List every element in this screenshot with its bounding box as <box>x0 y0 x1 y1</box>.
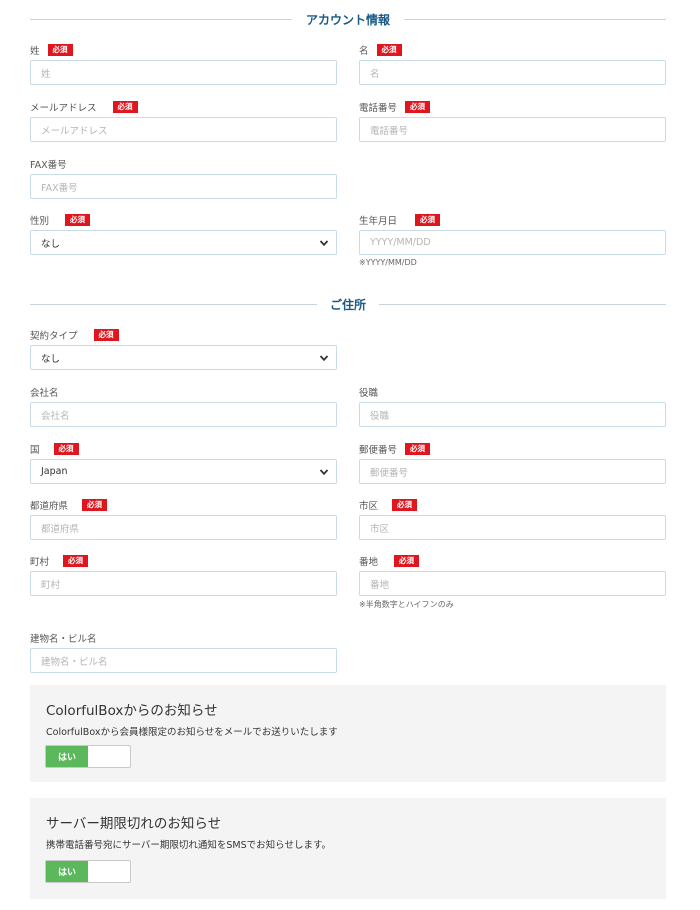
position-label: 役職 <box>359 388 379 399</box>
chevron-down-icon <box>319 469 329 476</box>
gender-label: 性別 <box>30 216 50 227</box>
required-badge: 必須 <box>415 214 441 226</box>
sms-notice-card: サーバー期限切れのお知らせ 携帯電話番号宛にサーバー期限切れ通知をSMSでお知ら… <box>30 798 666 899</box>
town-field: 町村 必須 町村 <box>30 554 337 596</box>
gender-field: 性別 必須 なし <box>30 213 337 255</box>
account-section-title: アカウント情報 <box>306 13 391 27</box>
fax-label: FAX番号 <box>30 160 67 171</box>
position-field: 役職 役職 <box>359 385 666 427</box>
position-input[interactable]: 役職 <box>359 402 666 427</box>
prefecture-label: 都道府県 <box>30 501 69 512</box>
required-badge: 必須 <box>405 443 431 455</box>
chevron-down-icon <box>319 240 329 247</box>
email-notice-toggle[interactable]: はい <box>45 745 131 768</box>
city-field: 市区 必須 市区 <box>359 498 666 540</box>
postal-field: 郵便番号 必須 郵便番号 <box>359 442 666 484</box>
postal-label: 郵便番号 <box>359 445 398 456</box>
last-name-input[interactable]: 姓 <box>30 60 337 85</box>
required-badge: 必須 <box>392 499 418 511</box>
street-field: 番地 必須 番地 ※半角数字とハイフンのみ <box>359 554 666 609</box>
required-badge: 必須 <box>65 214 91 226</box>
sms-notice-description: 携帯電話番号宛にサーバー期限切れ通知をSMSでお知らせします。 <box>46 840 332 851</box>
last-name-field: 姓必須 姓 <box>30 43 337 85</box>
street-input[interactable]: 番地 <box>359 571 666 596</box>
required-badge: 必須 <box>93 329 119 341</box>
city-input[interactable]: 市区 <box>359 515 666 540</box>
building-label: 建物名・ビル名 <box>30 634 97 645</box>
email-input[interactable]: メールアドレス <box>30 117 337 142</box>
required-badge: 必須 <box>47 44 73 56</box>
contract-type-select[interactable]: なし <box>30 345 337 370</box>
building-field: 建物名・ビル名 建物名・ビル名 <box>30 631 337 673</box>
country-field: 国 必須 Japan <box>30 442 337 484</box>
email-label: メールアドレス <box>30 103 97 114</box>
required-badge: 必須 <box>63 555 89 567</box>
city-label: 市区 <box>359 501 379 512</box>
sms-notice-title: サーバー期限切れのお知らせ <box>46 816 222 832</box>
email-notice-card: ColorfulBoxからのお知らせ ColorfulBoxから会員様限定のお知… <box>30 685 666 782</box>
postal-input[interactable]: 郵便番号 <box>359 459 666 484</box>
birthdate-field: 生年月日 必須 YYYY/MM/DD ※YYYY/MM/DD <box>359 213 666 267</box>
birthdate-label: 生年月日 <box>359 216 398 227</box>
sms-notice-toggle[interactable]: はい <box>45 860 131 883</box>
phone-label: 電話番号 <box>359 103 398 114</box>
first-name-field: 名必須 名 <box>359 43 666 85</box>
country-select-value: Japan <box>41 466 68 477</box>
street-hint: ※半角数字とハイフンのみ <box>359 600 454 609</box>
building-input[interactable]: 建物名・ビル名 <box>30 648 337 673</box>
chevron-down-icon <box>319 355 329 362</box>
required-badge: 必須 <box>376 44 402 56</box>
phone-input[interactable]: 電話番号 <box>359 117 666 142</box>
required-badge: 必須 <box>394 555 420 567</box>
fax-field: FAX番号 FAX番号 <box>30 157 337 199</box>
birthdate-hint: ※YYYY/MM/DD <box>359 258 417 267</box>
required-badge: 必須 <box>53 443 79 455</box>
birthdate-input[interactable]: YYYY/MM/DD <box>359 230 666 255</box>
phone-field: 電話番号 必須 電話番号 <box>359 100 666 142</box>
town-label: 町村 <box>30 557 50 568</box>
required-badge: 必須 <box>405 101 431 113</box>
street-label: 番地 <box>359 557 379 568</box>
company-input[interactable]: 会社名 <box>30 402 337 427</box>
company-field: 会社名 会社名 <box>30 385 337 427</box>
first-name-label: 名 <box>359 46 369 57</box>
country-select[interactable]: Japan <box>30 459 337 484</box>
address-section-header: ご住所 <box>30 296 666 312</box>
last-name-label: 姓 <box>30 46 40 57</box>
address-section-title: ご住所 <box>330 298 367 312</box>
required-badge: 必須 <box>82 499 108 511</box>
gender-select-value: なし <box>41 238 61 250</box>
contract-type-value: なし <box>41 353 61 365</box>
prefecture-input[interactable]: 都道府県 <box>30 515 337 540</box>
required-badge: 必須 <box>112 101 138 113</box>
email-field: メールアドレス 必須 メールアドレス <box>30 100 337 142</box>
country-label: 国 <box>30 445 40 456</box>
toggle-on-label: はい <box>46 746 88 767</box>
prefecture-field: 都道府県 必須 都道府県 <box>30 498 337 540</box>
contract-type-field: 契約タイプ 必須 なし <box>30 328 337 370</box>
town-input[interactable]: 町村 <box>30 571 337 596</box>
account-section-header: アカウント情報 <box>30 11 666 27</box>
fax-input[interactable]: FAX番号 <box>30 174 337 199</box>
contract-type-label: 契約タイプ <box>30 331 78 342</box>
toggle-on-label: はい <box>46 861 88 882</box>
email-notice-title: ColorfulBoxからのお知らせ <box>46 703 218 719</box>
gender-select[interactable]: なし <box>30 230 337 255</box>
first-name-input[interactable]: 名 <box>359 60 666 85</box>
company-label: 会社名 <box>30 388 59 399</box>
email-notice-description: ColorfulBoxから会員様限定のお知らせをメールでお送りいたします <box>46 727 338 738</box>
